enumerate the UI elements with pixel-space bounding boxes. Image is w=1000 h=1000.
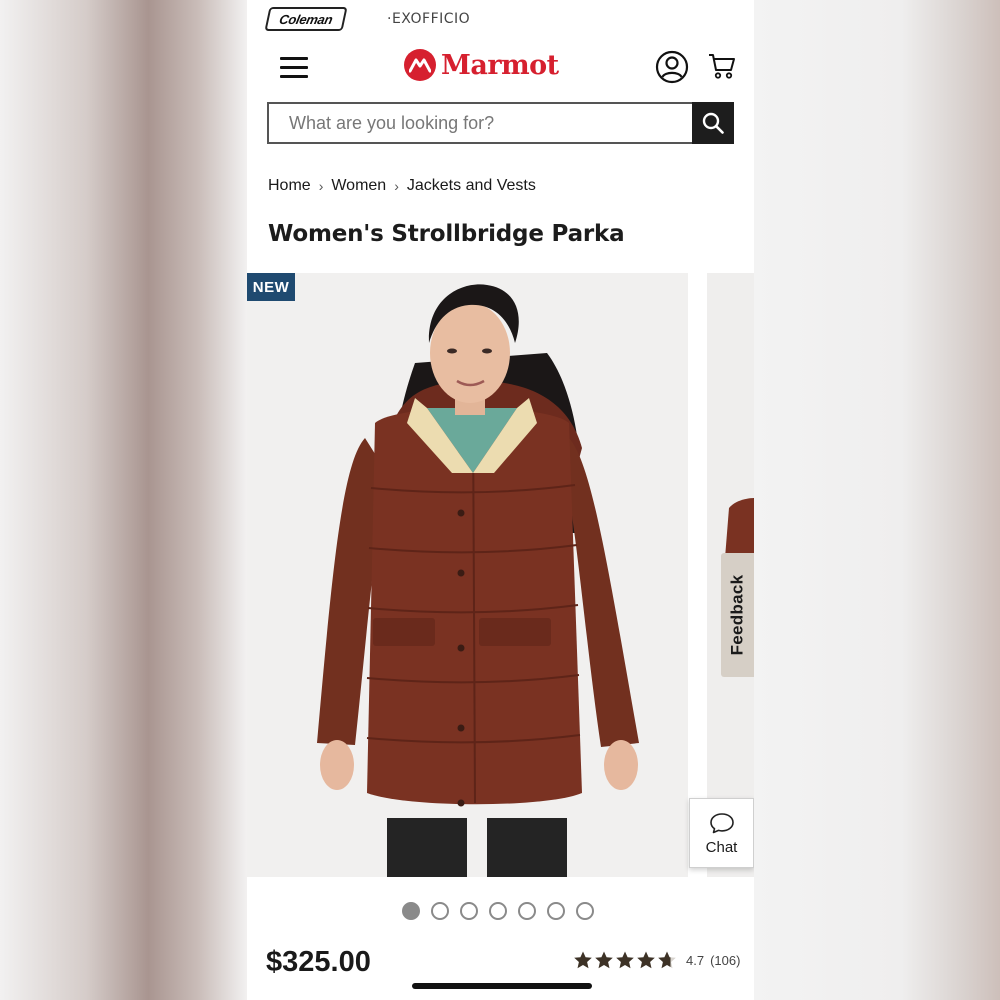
product-title: Women's Strollbridge Parka — [268, 221, 625, 247]
search-button[interactable] — [692, 102, 734, 144]
gallery-dot[interactable] — [402, 902, 420, 920]
rating-value: 4.7 — [686, 952, 705, 968]
cart-icon[interactable] — [707, 51, 737, 81]
gallery-dot[interactable] — [431, 902, 449, 920]
chevron-right-icon: › — [394, 178, 399, 194]
star-icon — [574, 951, 592, 969]
gallery-dot[interactable] — [489, 902, 507, 920]
search-bar — [267, 102, 734, 144]
breadcrumb-women[interactable]: Women — [331, 177, 386, 195]
menu-icon[interactable] — [280, 57, 308, 79]
marmot-logo[interactable]: Marmot — [404, 49, 559, 81]
marmot-mark-icon — [404, 49, 436, 81]
background-blur-right — [754, 0, 1000, 1000]
rating-count[interactable]: (106) — [710, 953, 740, 968]
gallery-pagination — [402, 902, 605, 920]
star-icon — [637, 951, 655, 969]
feedback-button[interactable]: Feedback — [721, 553, 754, 677]
star-icon — [595, 951, 613, 969]
breadcrumb-home[interactable]: Home — [268, 177, 311, 195]
gallery-dot[interactable] — [576, 902, 594, 920]
site-header: Marmot — [247, 40, 754, 96]
logo-text: Marmot — [441, 49, 559, 81]
rating-stars — [573, 950, 678, 970]
product-image[interactable] — [247, 273, 688, 877]
chat-label: Chat — [705, 838, 738, 856]
chat-bubble-icon — [709, 812, 734, 833]
mobile-page: Coleman ·EXOFFICIO Marmot What are you l… — [247, 0, 754, 1000]
breadcrumb-jackets-and-vests[interactable]: Jackets and Vests — [407, 177, 536, 195]
product-price: $325.00 — [266, 946, 371, 978]
chevron-right-icon: › — [318, 178, 324, 194]
home-indicator — [412, 983, 592, 989]
gallery-dot[interactable] — [547, 902, 565, 920]
search-input[interactable] — [267, 102, 692, 144]
exofficio-logo[interactable]: ·EXOFFICIO — [387, 11, 470, 27]
background-blur-left — [0, 0, 247, 1000]
new-badge: NEW — [247, 273, 295, 301]
star-icon — [616, 951, 634, 969]
breadcrumb: Home › Women › Jackets and Vests — [268, 177, 536, 195]
account-icon[interactable] — [655, 50, 689, 84]
feedback-label: Feedback — [727, 574, 747, 656]
star-icon — [658, 951, 676, 969]
gallery-dot[interactable] — [460, 902, 478, 920]
search-icon — [702, 112, 724, 134]
brand-strip: Coleman ·EXOFFICIO — [264, 6, 470, 32]
gallery-dot[interactable] — [518, 902, 536, 920]
chat-button[interactable]: Chat — [689, 798, 754, 868]
product-rating[interactable]: 4.7 (106) — [573, 950, 740, 970]
coleman-logo[interactable]: Coleman — [264, 7, 348, 31]
